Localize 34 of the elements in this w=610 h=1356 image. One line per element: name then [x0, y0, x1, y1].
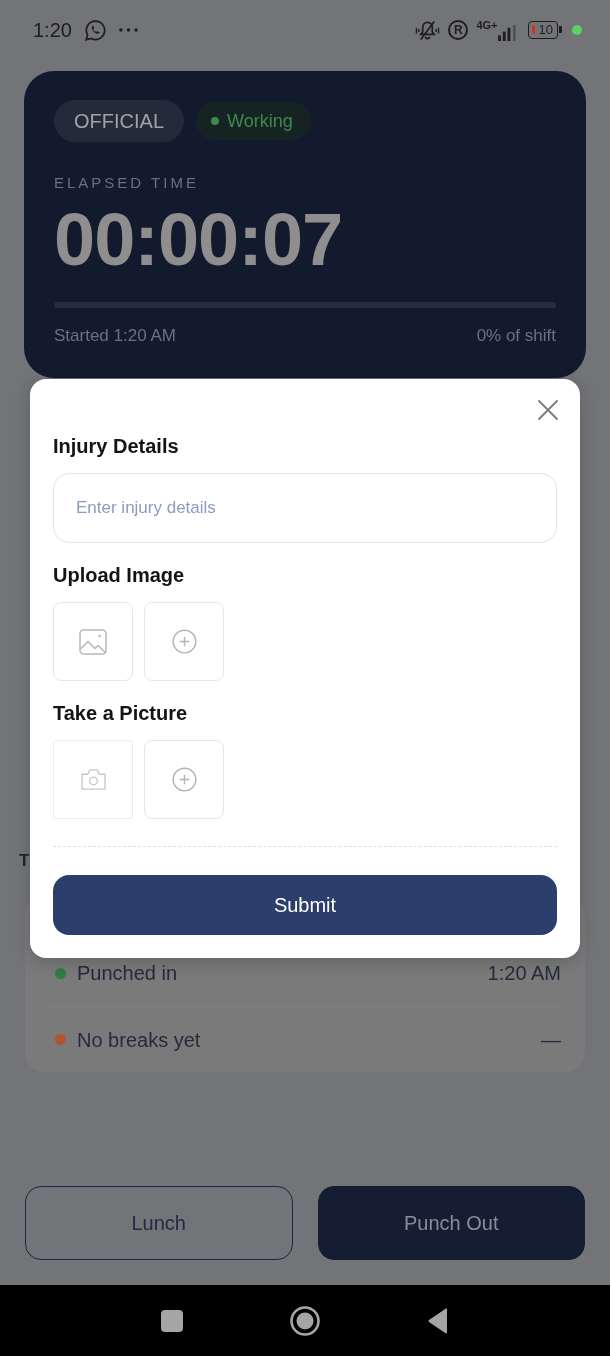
close-icon[interactable]: [538, 400, 558, 420]
chat-app-icon: [83, 18, 107, 42]
status-label: Working: [227, 110, 293, 132]
section-title: T: [19, 851, 30, 871]
field-label: Injury Details: [53, 434, 180, 458]
shift-share-text: 0% of shift: [476, 325, 556, 347]
more-icon: [118, 28, 138, 32]
start-time-text: Started 1:20 AM: [54, 325, 176, 347]
field-label: Upload Image: [53, 563, 186, 587]
plus-circle-icon: [171, 767, 197, 792]
elapsed-timer: 00:00:07: [54, 204, 344, 276]
shift-type-tag: OFFICIAL: [54, 100, 184, 142]
field-label: Take a Picture: [53, 701, 189, 725]
back-icon[interactable]: [428, 1307, 448, 1334]
signal-icon: [497, 25, 518, 41]
event-time: —: [541, 1027, 561, 1052]
elapsed-caption: ELAPSED TIME: [54, 174, 200, 192]
image-icon: [79, 628, 107, 655]
recents-icon[interactable]: [161, 1309, 183, 1332]
event-label: Punched in: [77, 961, 178, 985]
submit-button[interactable]: Submit: [53, 875, 557, 935]
roaming-indicator: R: [448, 20, 469, 40]
lunch-button[interactable]: Lunch: [25, 1186, 293, 1260]
camera-icon: [79, 768, 107, 791]
event-time: 1:20 AM: [487, 961, 561, 985]
event-label: No breaks yet: [77, 1027, 201, 1052]
status-time: 1:20: [33, 18, 72, 42]
injury-details-field[interactable]: Enter injury details: [53, 473, 557, 543]
network-type-label: 4G+: [476, 19, 498, 31]
plus-circle-icon: [171, 629, 197, 654]
privacy-dot-icon: [572, 25, 582, 35]
home-icon[interactable]: [290, 1305, 320, 1336]
muted-bell-icon: [415, 18, 441, 42]
punch-out-button[interactable]: Punch Out: [317, 1186, 585, 1260]
